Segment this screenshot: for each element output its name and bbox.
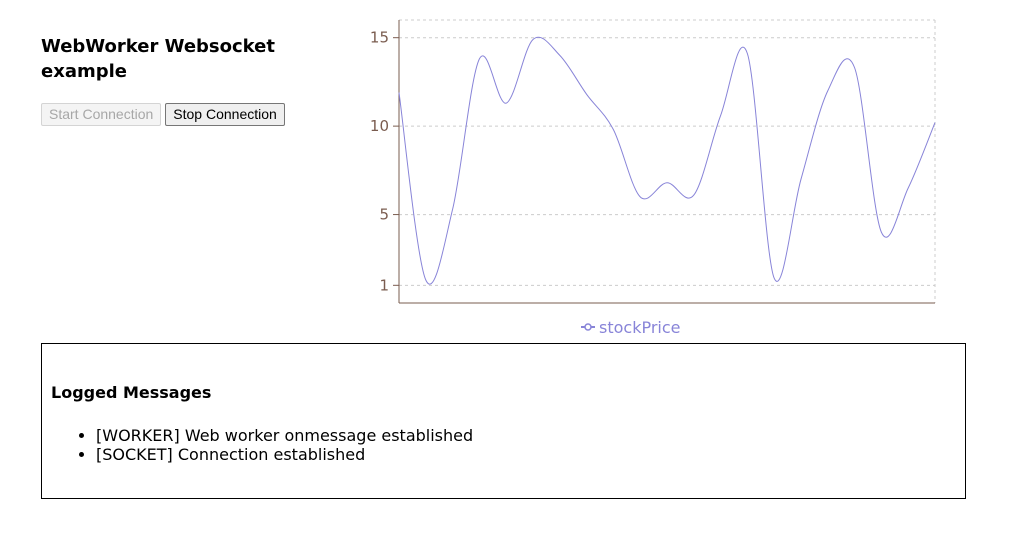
- legend-dot-icon: [584, 323, 592, 331]
- log-message: [SOCKET] Connection established: [96, 445, 473, 464]
- legend-label: stockPrice: [599, 318, 681, 337]
- log-message: [WORKER] Web worker onmessage establishe…: [96, 426, 473, 445]
- log-title: Logged Messages: [51, 383, 212, 402]
- log-list: [WORKER] Web worker onmessage establishe…: [51, 426, 473, 464]
- page: WebWorker Websocket example Start Connec…: [0, 0, 1018, 552]
- start-connection-button[interactable]: Start Connection: [41, 103, 162, 126]
- chart-svg: 151015 stockPrice: [370, 19, 936, 337]
- log-panel: Logged Messages [WORKER] Web worker onme…: [41, 343, 966, 499]
- chart-series: [398, 36, 936, 285]
- chart-axes: 151015: [370, 20, 935, 304]
- stop-connection-button[interactable]: Stop Connection: [165, 103, 285, 126]
- stock-price-chart: 1 5 10 15 stockPrice: [355, 10, 955, 340]
- y-tick-label: 10: [370, 117, 389, 135]
- y-tick-label: 15: [370, 29, 389, 47]
- y-tick-label: 5: [379, 206, 389, 224]
- chart-grid: [399, 19, 936, 303]
- chart-legend: stockPrice: [581, 318, 681, 337]
- y-tick-label: 1: [379, 276, 389, 294]
- connection-controls: Start Connection Stop Connection: [41, 103, 285, 126]
- series-line-stockprice: [398, 36, 936, 285]
- page-title: WebWorker Websocket example: [41, 36, 275, 82]
